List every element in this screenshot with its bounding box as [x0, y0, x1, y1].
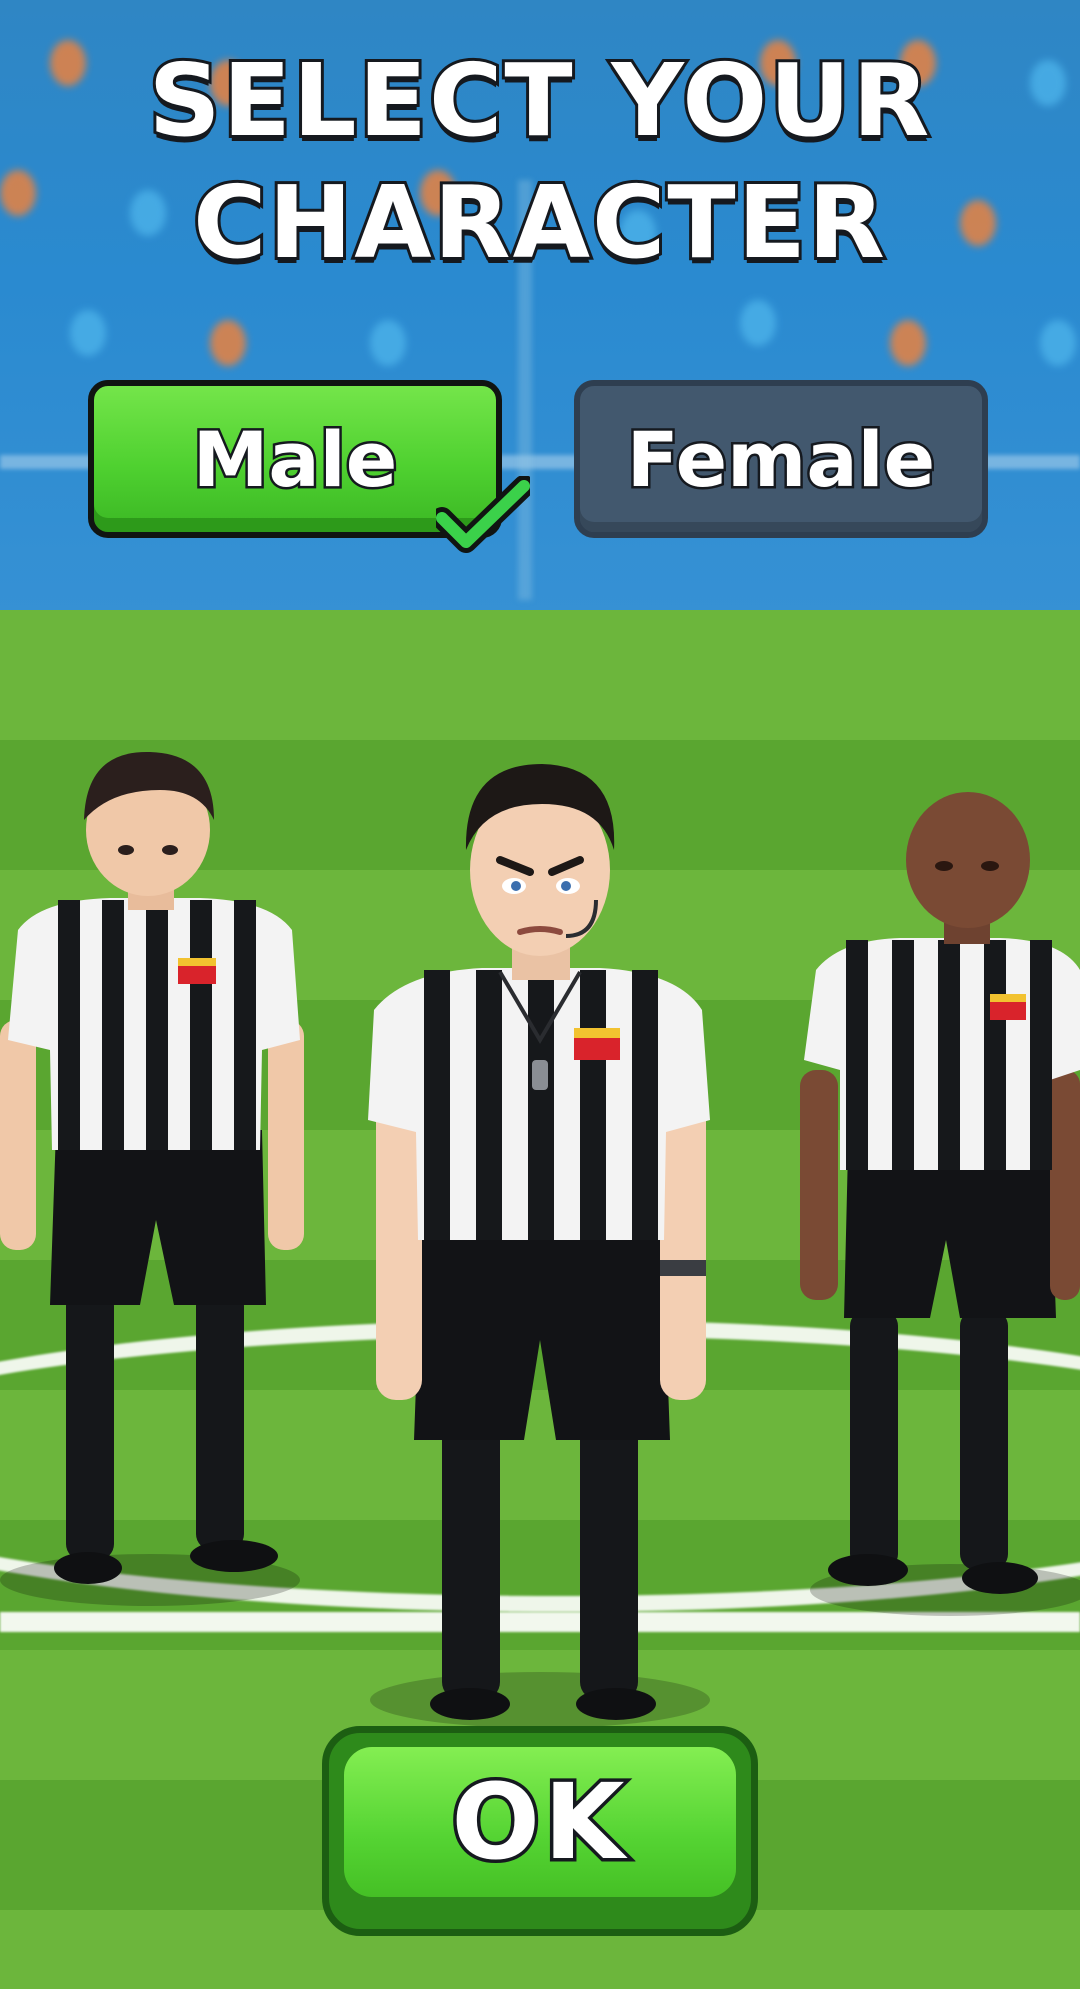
ok-button-face: OK: [344, 1747, 736, 1897]
referee-left[interactable]: [0, 750, 310, 1610]
game-screen: SELECT YOUR CHARACTER Male Female OK: [0, 0, 1080, 1989]
referee-center[interactable]: [360, 760, 720, 1730]
female-button-label: Female: [624, 412, 937, 506]
page-title: SELECT YOUR CHARACTER: [0, 39, 1080, 284]
female-button[interactable]: Female: [574, 380, 988, 538]
referee-right[interactable]: [800, 770, 1080, 1620]
ok-button-label: OK: [448, 1758, 629, 1887]
ok-button[interactable]: OK: [322, 1726, 758, 1936]
checkmark-icon: [436, 476, 530, 553]
title-line-1: SELECT YOUR: [146, 39, 933, 162]
title-line-2: CHARACTER: [190, 161, 888, 284]
male-button-label: Male: [190, 412, 400, 506]
